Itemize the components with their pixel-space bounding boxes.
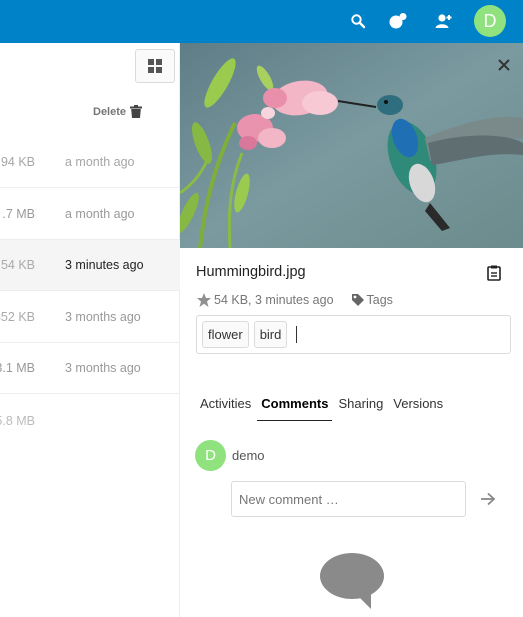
file-modified: 3 months ago — [65, 361, 141, 375]
file-row-selected[interactable]: 54 KB 3 minutes ago — [0, 240, 180, 291]
tag-chip[interactable]: bird — [253, 321, 288, 348]
image-preview — [180, 43, 523, 248]
author-name: demo — [232, 448, 265, 463]
comment-bubble-icon — [319, 551, 387, 613]
file-row[interactable]: .7 MB a month ago — [0, 189, 180, 240]
file-modified: a month ago — [65, 155, 135, 169]
tab-comments[interactable]: Comments — [257, 393, 333, 421]
copy-link-icon[interactable] — [484, 263, 504, 283]
sidebar-tabs: Activities Comments Sharing Versions — [196, 393, 449, 421]
avatar-initial: D — [205, 447, 216, 464]
file-row[interactable]: 352 KB 3 months ago — [0, 292, 180, 343]
search-icon[interactable] — [347, 10, 369, 32]
trash-icon — [130, 105, 143, 118]
file-size: .7 MB — [2, 207, 35, 221]
file-size-date: 54 KB, 3 minutes ago — [214, 293, 334, 307]
close-sidebar-icon[interactable] — [494, 55, 514, 75]
file-size: 54 KB — [0, 258, 35, 272]
file-row[interactable]: 94 KB a month ago — [0, 137, 180, 188]
comment-author: D demo — [195, 440, 265, 471]
grid-icon — [148, 59, 162, 73]
tab-versions[interactable]: Versions — [389, 393, 447, 421]
file-size: 3.1 MB — [0, 361, 35, 375]
file-modified: 3 months ago — [65, 310, 141, 324]
file-summary-row: 5.8 MB — [0, 395, 180, 446]
user-avatar[interactable]: D — [474, 5, 506, 37]
file-name: Hummingbird.jpg — [196, 264, 306, 280]
user-avatar-initial: D — [483, 10, 497, 31]
header-bar: D — [0, 0, 523, 43]
total-size: 5.8 MB — [0, 413, 35, 428]
favorite-star-icon[interactable] — [196, 292, 212, 308]
avatar: D — [195, 440, 226, 471]
contacts-icon[interactable] — [432, 10, 454, 32]
tag-chip[interactable]: flower — [202, 321, 249, 348]
tag-icon — [351, 293, 365, 307]
grid-view-toggle[interactable] — [135, 49, 175, 83]
tags-toggle[interactable]: Tags — [367, 293, 393, 307]
submit-arrow-icon[interactable] — [478, 489, 498, 509]
file-meta: 54 KB, 3 minutes ago Tags — [196, 291, 393, 309]
contacts-menu-icon[interactable] — [387, 10, 409, 32]
tab-activities[interactable]: Activities — [196, 393, 255, 421]
file-size: 352 KB — [0, 310, 35, 324]
text-cursor — [296, 326, 298, 343]
details-sidebar: Hummingbird.jpg 54 KB, 3 minutes ago Tag… — [180, 43, 523, 617]
new-comment-input[interactable] — [231, 481, 466, 517]
delete-selected-button[interactable]: Delete — [93, 105, 143, 118]
file-row[interactable]: 3.1 MB 3 months ago — [0, 343, 180, 394]
file-modified: a month ago — [65, 207, 135, 221]
file-size: 94 KB — [0, 155, 35, 169]
tags-input[interactable]: flower bird — [196, 315, 511, 354]
file-modified: 3 minutes ago — [65, 258, 144, 272]
file-list: Delete 94 KB a month ago .7 MB a month a… — [0, 43, 180, 617]
tab-sharing[interactable]: Sharing — [334, 393, 387, 421]
delete-label: Delete — [93, 105, 127, 118]
